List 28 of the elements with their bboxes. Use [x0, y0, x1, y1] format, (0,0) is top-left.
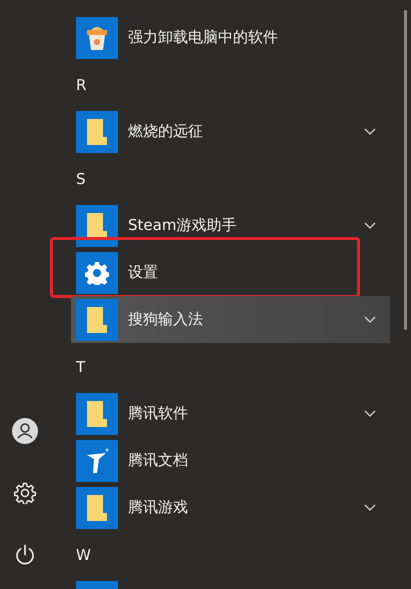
- app-tile-icon: [76, 392, 118, 434]
- user-icon[interactable]: [12, 418, 38, 444]
- app-list-item[interactable]: 腾讯游戏: [71, 484, 390, 531]
- chevron-down-icon[interactable]: [364, 128, 376, 135]
- chevron-down-icon[interactable]: [364, 316, 376, 323]
- settings-icon[interactable]: [14, 482, 36, 504]
- app-list-item[interactable]: 强力卸载电脑中的软件: [71, 14, 390, 61]
- app-list-item[interactable]: 燃烧的远征: [71, 108, 390, 155]
- app-tile-icon: [76, 298, 118, 340]
- scrollbar[interactable]: [404, 10, 407, 330]
- app-tile-icon: [76, 16, 118, 58]
- app-tile-icon: [76, 486, 118, 528]
- chevron-down-icon[interactable]: [364, 504, 376, 511]
- letter-header[interactable]: S: [76, 170, 86, 188]
- app-tile-icon: [76, 204, 118, 246]
- app-list-item[interactable]: Steam游戏助手: [71, 202, 390, 249]
- app-tile-icon: [76, 252, 118, 294]
- app-list-item[interactable]: 腾讯文档: [71, 437, 390, 484]
- app-list-item[interactable]: 搜狗输入法: [71, 296, 390, 343]
- chevron-down-icon[interactable]: [364, 410, 376, 417]
- letter-header[interactable]: W: [76, 546, 91, 564]
- app-list-item[interactable]: 腾讯软件: [71, 390, 390, 437]
- app-tile-icon: [76, 440, 118, 482]
- chevron-down-icon[interactable]: [364, 222, 376, 229]
- letter-header[interactable]: R: [76, 76, 86, 94]
- letter-header[interactable]: T: [76, 358, 86, 376]
- power-icon[interactable]: [14, 544, 36, 566]
- app-tile-icon: [76, 110, 118, 152]
